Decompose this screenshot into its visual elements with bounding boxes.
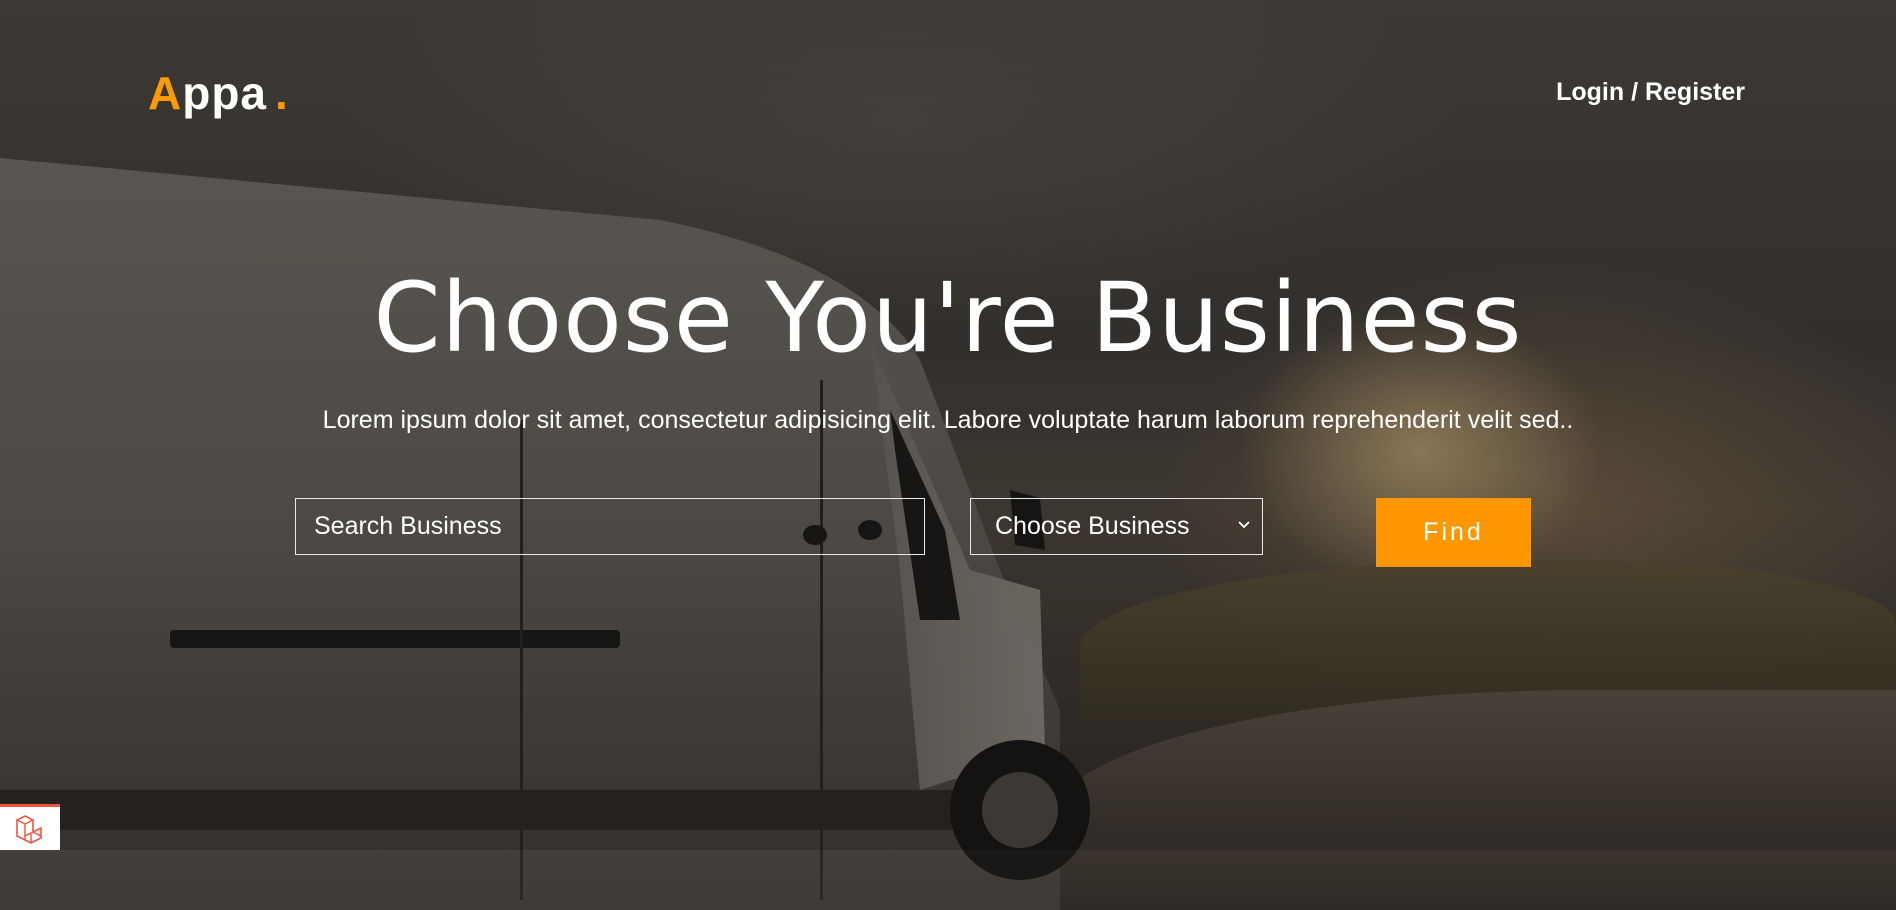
login-register-link[interactable]: Login / Register xyxy=(1556,78,1745,107)
logo-initial: A xyxy=(148,67,183,119)
select-value: Choose Business xyxy=(995,512,1190,540)
hero-subtitle: Lorem ipsum dolor sit amet, consectetur … xyxy=(322,406,1574,434)
page-title: Choose You're Business xyxy=(373,262,1523,374)
choose-business-select[interactable]: Choose Business xyxy=(970,498,1263,555)
search-business-input[interactable] xyxy=(295,498,925,555)
logo-dot: . xyxy=(275,67,289,119)
chevron-down-icon xyxy=(1238,521,1250,529)
brand-logo[interactable]: Appa. xyxy=(148,66,289,120)
logo-text: ppa xyxy=(182,67,268,119)
find-button[interactable]: Find xyxy=(1376,498,1531,567)
laravel-icon xyxy=(16,814,42,844)
laravel-debug-badge[interactable] xyxy=(0,804,60,850)
